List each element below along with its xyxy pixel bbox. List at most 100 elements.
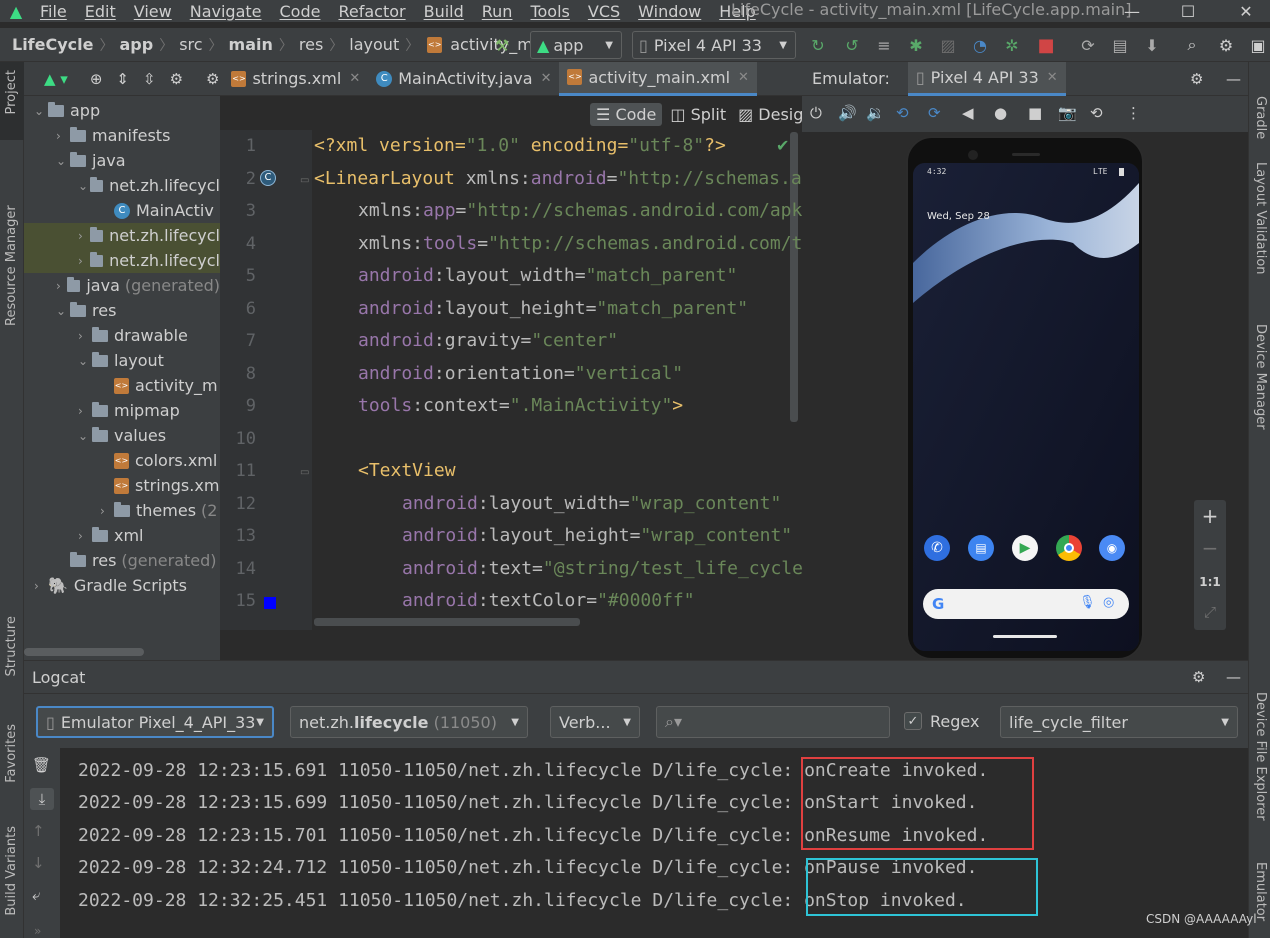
chrome-app-icon[interactable] (1056, 535, 1082, 561)
options-gear-icon[interactable]: ⚙ (170, 70, 183, 88)
chevron-right-icon[interactable]: › (78, 229, 90, 243)
mic-icon[interactable]: 🎙 (1079, 595, 1096, 610)
chevron-right-icon[interactable]: › (100, 504, 114, 518)
editor-tab[interactable]: <> strings.xml ✕ (223, 62, 368, 96)
run-config-select[interactable]: ▲ app ▼ (530, 31, 622, 59)
sdk-manager-icon[interactable]: ⬇ (1140, 33, 1164, 57)
android-view-icon[interactable]: ▲ ▾ (44, 70, 68, 88)
overview-icon[interactable]: ■ (1028, 104, 1042, 122)
device-select[interactable]: ▯ Pixel 4 API 33 ▼ (632, 31, 796, 59)
snapshot-icon[interactable]: ⟲ (1090, 104, 1103, 122)
zoom-actual-size[interactable]: 1:1 (1194, 570, 1226, 594)
menu-item-tools[interactable]: Tools (520, 2, 577, 21)
chevron-down-icon[interactable]: ⌄ (78, 179, 90, 193)
tree-item[interactable]: › net.zh.lifecycl (24, 248, 220, 273)
up-arrow-icon[interactable]: ↑ (32, 822, 45, 840)
design-mode-button[interactable]: ▨ Design (734, 103, 802, 126)
fold-icon[interactable]: ▭ (300, 467, 309, 478)
chevron-down-icon[interactable]: ⌄ (78, 429, 92, 443)
menu-item-build[interactable]: Build (414, 2, 472, 21)
run-list-icon[interactable]: ≡ (872, 33, 896, 57)
chevron-down-icon[interactable]: ⌄ (56, 154, 70, 168)
collapse-all-icon[interactable]: ⇳ (143, 70, 156, 88)
debug-attach-icon[interactable]: ✲ (1000, 33, 1024, 57)
tree-item[interactable]: ⌄ app (24, 98, 220, 123)
breadcrumb-item[interactable]: src (175, 35, 206, 54)
chevron-down-icon[interactable]: ⌄ (56, 304, 70, 318)
tree-item[interactable]: <> colors.xml (24, 448, 220, 473)
tree-item[interactable]: › drawable (24, 323, 220, 348)
chevron-down-icon[interactable]: ⌄ (78, 354, 92, 368)
tree-item[interactable]: › manifests (24, 123, 220, 148)
tree-item[interactable]: <> activity_m (24, 373, 220, 398)
tool-tab-resource-manager[interactable]: Resource Manager (4, 166, 19, 326)
logcat-device-select[interactable]: ▯ Emulator Pixel_4_API_33 ▼ (36, 706, 274, 738)
settings-gear-icon[interactable]: ⚙ (1214, 33, 1238, 57)
logcat-process-select[interactable]: net.zh. lifecycle (11050) ▼ (290, 706, 528, 738)
tree-item[interactable]: res (generated) (24, 548, 220, 573)
tree-item[interactable]: ⌄ layout (24, 348, 220, 373)
color-swatch-icon[interactable] (264, 597, 276, 609)
build-hammer-icon[interactable]: ⚒ (490, 33, 514, 57)
menu-item-edit[interactable]: Edit (75, 2, 124, 21)
breadcrumb-item[interactable]: app (115, 35, 157, 54)
chevron-right-icon[interactable]: › (56, 279, 67, 293)
camera-icon[interactable]: 📷 (1058, 104, 1077, 122)
menu-item-vcs[interactable]: VCS (578, 2, 628, 21)
tool-tab-device-file-explorer[interactable]: Device File Explorer (1253, 692, 1268, 821)
tool-tab-layout-validation[interactable]: Layout Validation (1253, 162, 1268, 275)
chevron-right-icon[interactable]: › (78, 529, 92, 543)
hide-panel-icon[interactable]: — (1226, 70, 1241, 88)
more-icon[interactable]: » (34, 924, 41, 938)
menu-item-refactor[interactable]: Refactor (328, 2, 413, 21)
close-tab-icon[interactable]: ✕ (541, 71, 552, 86)
down-arrow-icon[interactable]: ↓ (32, 854, 45, 872)
fold-icon[interactable]: ▭ (300, 175, 309, 186)
close-tab-icon[interactable]: ✕ (1047, 70, 1058, 85)
maximize-icon[interactable]: ☐ (1168, 0, 1208, 22)
tree-item[interactable]: ⌄ java (24, 148, 220, 173)
tree-item[interactable]: › 🐘 Gradle Scripts (24, 573, 220, 598)
home-icon[interactable]: ● (994, 104, 1007, 122)
editor-tab[interactable]: <> activity_main.xml ✕ (559, 61, 757, 96)
chevron-down-icon[interactable]: ⌄ (34, 104, 48, 118)
menu-item-view[interactable]: View (124, 2, 180, 21)
class-gutter-icon[interactable]: C (260, 169, 276, 186)
tool-tab-build-variants[interactable]: Build Variants (4, 826, 19, 916)
tree-item[interactable]: › themes (2 (24, 498, 220, 523)
scroll-to-end-icon[interactable]: ⤓ (30, 788, 54, 810)
chevron-right-icon[interactable]: › (78, 404, 92, 418)
settings-gear-icon[interactable]: ⚙ (1192, 668, 1205, 686)
google-search-bar[interactable]: G 🎙 ◎ (923, 589, 1129, 619)
regex-checkbox[interactable]: ✓ (904, 712, 922, 730)
phone-screen[interactable]: 4:32 LTE Wed, Sep 28 ✆ ▤ ▶ ◉ G 🎙 ◎ (913, 163, 1139, 651)
emulator-device-tab[interactable]: ▯ Pixel 4 API 33 ✕ (907, 61, 1066, 96)
tool-tab-device-manager[interactable]: Device Manager (1253, 324, 1268, 430)
split-mode-button[interactable]: ◫ Split (666, 103, 730, 126)
home-gesture-bar[interactable] (993, 635, 1057, 638)
chevron-right-icon[interactable]: › (78, 254, 90, 268)
hide-panel-icon[interactable]: — (1226, 668, 1241, 686)
apply-changes-icon[interactable]: ↺ (840, 33, 864, 57)
lens-icon[interactable]: ◎ (1103, 595, 1114, 610)
tree-item[interactable]: C MainActiv (24, 198, 220, 223)
device-manager-icon[interactable]: ▤ (1108, 33, 1132, 57)
play-store-app-icon[interactable]: ▶ (1012, 535, 1038, 561)
tree-item[interactable]: ⌄ res (24, 298, 220, 323)
zoom-out-icon[interactable]: − (1194, 536, 1226, 560)
chevron-right-icon[interactable]: › (78, 329, 92, 343)
logcat-filter-select[interactable]: life_cycle_filter ▼ (1000, 706, 1238, 738)
menu-item-file[interactable]: File (30, 2, 75, 21)
chevron-right-icon[interactable]: › (34, 579, 48, 593)
fit-screen-icon[interactable]: ⤢ (1194, 600, 1226, 624)
search-icon[interactable]: ⌕ (1180, 33, 1204, 57)
minimize-icon[interactable]: — (1112, 0, 1152, 22)
more-tabs-icon[interactable]: ⚙ (206, 70, 219, 88)
avatar[interactable]: ▣ (1246, 33, 1270, 57)
tree-item[interactable]: › xml (24, 523, 220, 548)
rotate-left-icon[interactable]: ⟲ (896, 104, 909, 122)
rerun-icon[interactable]: ↻ (806, 33, 830, 57)
sync-gradle-icon[interactable]: ⟳ (1076, 33, 1100, 57)
tree-item[interactable]: ⌄ net.zh.lifecycl (24, 173, 220, 198)
close-icon[interactable]: ✕ (1226, 0, 1266, 22)
